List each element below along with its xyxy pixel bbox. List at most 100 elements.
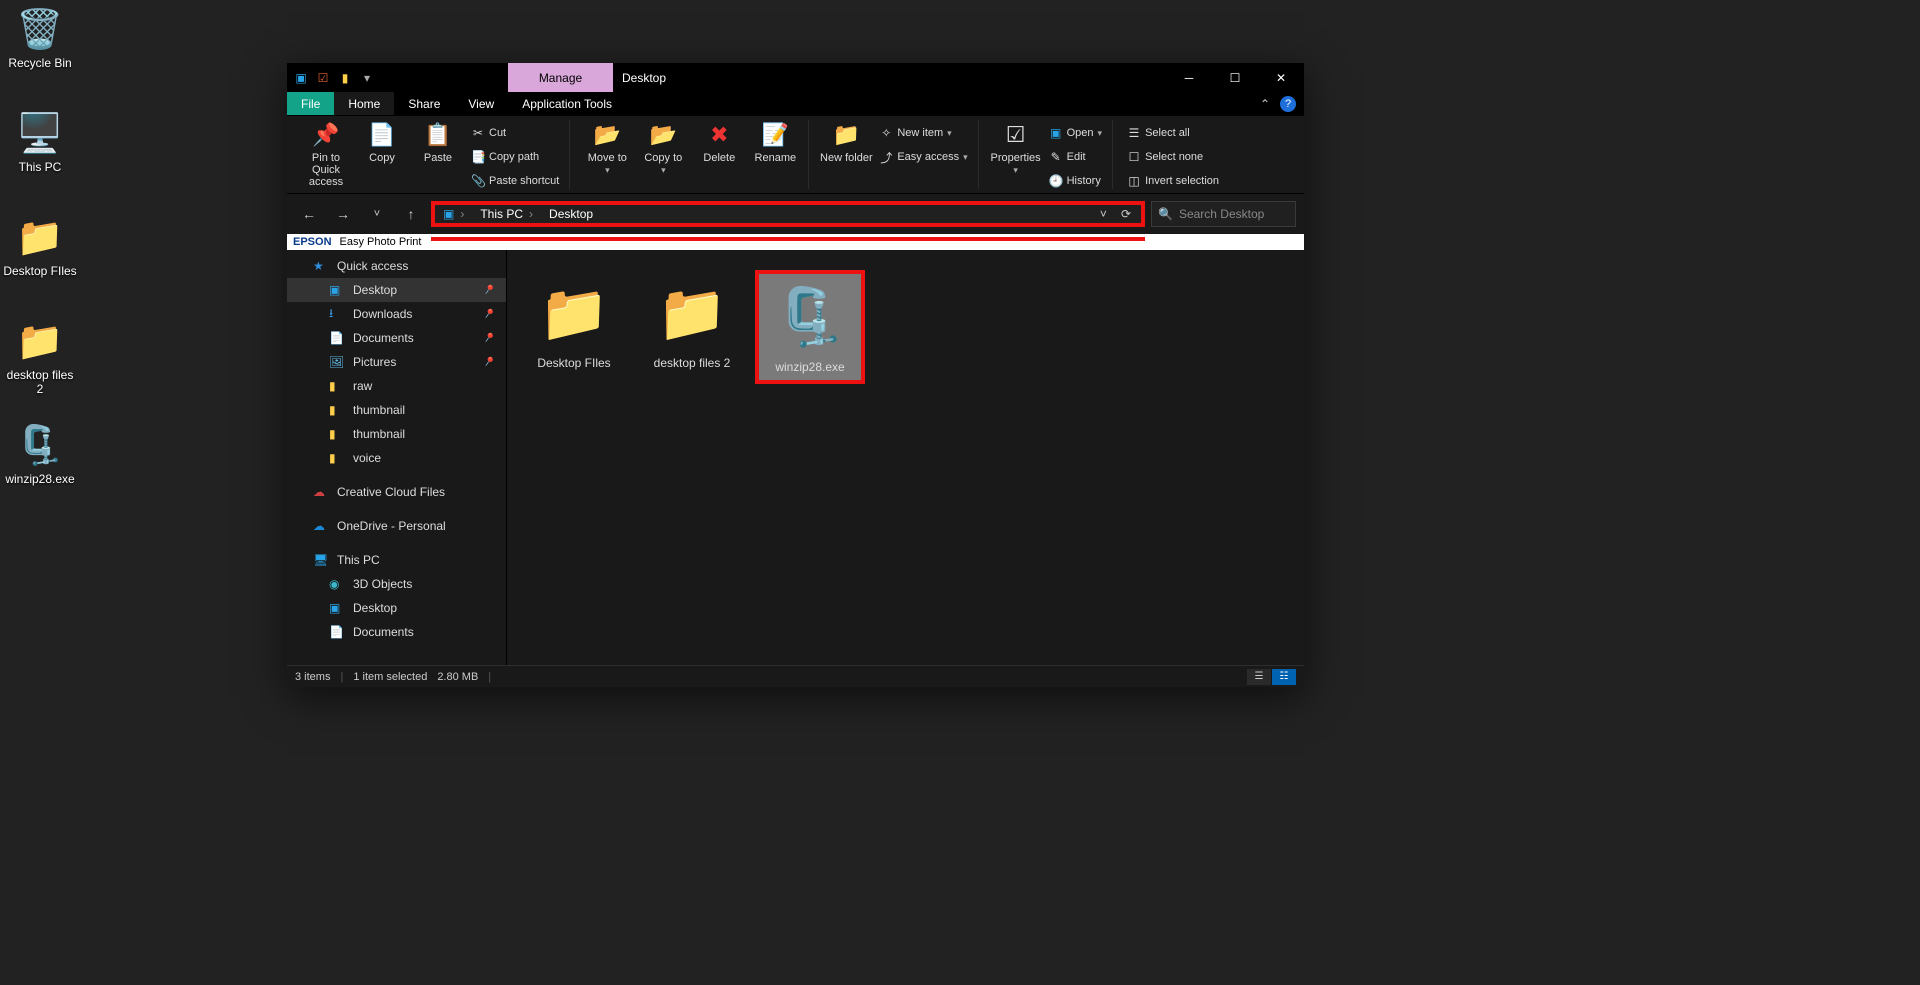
tab-home[interactable]: Home	[334, 92, 394, 115]
new-item-icon: ✧	[879, 126, 893, 140]
qat-checked-icon[interactable]: ☑	[315, 70, 331, 86]
ribbon-group-select: ☰Select all ☐Select none ◫Invert selecti…	[1117, 120, 1229, 189]
copy-path-button[interactable]: 📑Copy path	[467, 146, 563, 168]
history-button[interactable]: 🕘History	[1045, 170, 1106, 192]
invert-selection-button[interactable]: ◫Invert selection	[1123, 170, 1223, 192]
qat-folder-icon[interactable]: ▮	[337, 70, 353, 86]
file-item[interactable]: 📁 Desktop FIles	[519, 270, 629, 376]
address-dropdown-icon[interactable]: ˅	[1100, 207, 1107, 221]
nav-quick-access[interactable]: ★Quick access	[287, 254, 506, 278]
nav-voice[interactable]: ▮voice	[287, 446, 506, 470]
properties-button[interactable]: ☑Properties	[989, 120, 1043, 176]
copy-path-icon: 📑	[471, 150, 485, 164]
file-item-selected[interactable]: 🗜️ winzip28.exe	[755, 270, 865, 384]
easy-access-button[interactable]: ⤴Easy access	[875, 146, 971, 168]
view-details-button[interactable]: ☰	[1247, 669, 1271, 685]
address-bar[interactable]: ▣› This PC› Desktop ˅ ⟳	[431, 201, 1145, 227]
paste-shortcut-button[interactable]: 📎Paste shortcut	[467, 170, 563, 192]
nav-this-pc[interactable]: 🖥This PC	[287, 548, 506, 572]
status-item-count: 3 items	[295, 671, 330, 683]
desktop-icon-this-pc[interactable]: 🖥️ This PC	[2, 112, 78, 174]
breadcrumb-segment[interactable]: Desktop	[541, 207, 601, 221]
ribbon-collapse-icon[interactable]: ⌃	[1260, 97, 1270, 111]
window-title: Desktop	[622, 63, 666, 92]
qat-dropdown-icon[interactable]: ▾	[359, 70, 375, 86]
nav-documents[interactable]: 📄Documents	[287, 620, 506, 644]
nav-raw[interactable]: ▮raw	[287, 374, 506, 398]
explorer-window: ▣ ☑ ▮ ▾ Manage Desktop ─ ☐ ✕ File Home S…	[287, 63, 1304, 687]
desktop-icon-recycle-bin[interactable]: 🗑️ Recycle Bin	[2, 8, 78, 70]
tab-file[interactable]: File	[287, 92, 334, 115]
desktop-icon: ▣	[329, 601, 345, 615]
view-large-icons-button[interactable]: ☷	[1272, 669, 1296, 685]
tab-share[interactable]: Share	[394, 92, 454, 115]
folder-icon: 📁	[2, 216, 78, 260]
select-none-button[interactable]: ☐Select none	[1123, 146, 1223, 168]
folder-icon: 📁	[521, 276, 627, 350]
file-item[interactable]: 📁 desktop files 2	[637, 270, 747, 376]
nav-documents[interactable]: 📄Documents📍	[287, 326, 506, 350]
delete-button[interactable]: ✖Delete	[692, 120, 746, 164]
easy-access-icon: ⤴	[879, 149, 893, 166]
desktop-icon: ▣	[329, 283, 345, 297]
copy-button[interactable]: 📄Copy	[355, 120, 409, 164]
desktop-icon-folder[interactable]: 📁 Desktop FIles	[2, 216, 78, 278]
up-button[interactable]: ↑	[397, 206, 425, 222]
ribbon-group-organize: 📂Move to 📂Copy to ✖Delete 📝Rename	[574, 120, 809, 189]
edit-button[interactable]: ✎Edit	[1045, 146, 1106, 168]
breadcrumb-segment[interactable]: This PC›	[472, 207, 541, 221]
move-to-button[interactable]: 📂Move to	[580, 120, 634, 176]
manage-label: Manage	[539, 71, 582, 85]
ribbon-group-new: 📁New folder ✧New item ⤴Easy access	[813, 120, 978, 189]
paste-shortcut-icon: 📎	[471, 174, 485, 188]
select-all-button[interactable]: ☰Select all	[1123, 122, 1223, 144]
nav-thumbnail[interactable]: ▮thumbnail	[287, 398, 506, 422]
nav-creative-cloud[interactable]: ☁Creative Cloud Files	[287, 480, 506, 504]
pin-icon: 📍	[480, 282, 497, 298]
minimize-button[interactable]: ─	[1166, 63, 1212, 92]
documents-icon: 📄	[329, 625, 345, 639]
location-icon: ▣	[443, 207, 454, 221]
desktop-icon-exe[interactable]: 🗜️ winzip28.exe	[2, 424, 78, 486]
navigation-pane[interactable]: ★Quick access ▣Desktop📍 ⭳Downloads📍 📄Doc…	[287, 250, 507, 665]
this-pc-icon: 🖥️	[2, 112, 78, 156]
new-folder-button[interactable]: 📁New folder	[819, 120, 873, 164]
desktop-icon-label: desktop files 2	[2, 368, 78, 396]
nav-thumbnail[interactable]: ▮thumbnail	[287, 422, 506, 446]
nav-downloads[interactable]: ⭳Downloads📍	[287, 302, 506, 326]
contextual-tab-manage[interactable]: Manage	[508, 63, 613, 92]
search-input[interactable]: 🔍 Search Desktop	[1151, 201, 1296, 227]
nav-onedrive[interactable]: ☁OneDrive - Personal	[287, 514, 506, 538]
titlebar[interactable]: ▣ ☑ ▮ ▾ Manage Desktop ─ ☐ ✕	[287, 63, 1304, 92]
refresh-icon[interactable]: ⟳	[1121, 207, 1131, 221]
nav-3d-objects[interactable]: ◉3D Objects	[287, 572, 506, 596]
copy-to-button[interactable]: 📂Copy to	[636, 120, 690, 176]
maximize-button[interactable]: ☐	[1212, 63, 1258, 92]
pin-to-quick-access-button[interactable]: 📌Pin to Quick access	[299, 120, 353, 188]
explorer-body: ★Quick access ▣Desktop📍 ⭳Downloads📍 📄Doc…	[287, 250, 1304, 665]
status-bar: 3 items | 1 item selected 2.80 MB | ☰ ☷	[287, 665, 1304, 687]
content-pane[interactable]: 📁 Desktop FIles 📁 desktop files 2 🗜️ win…	[507, 250, 1304, 665]
rename-button[interactable]: 📝Rename	[748, 120, 802, 164]
new-item-button[interactable]: ✧New item	[875, 122, 971, 144]
help-icon[interactable]: ?	[1280, 96, 1296, 112]
nav-pictures[interactable]: 🖼Pictures📍	[287, 350, 506, 374]
file-name: Desktop FIles	[521, 356, 627, 370]
cut-button[interactable]: ✂Cut	[467, 122, 563, 144]
nav-desktop[interactable]: ▣Desktop	[287, 596, 506, 620]
forward-button[interactable]: →	[329, 206, 357, 222]
file-name: desktop files 2	[639, 356, 745, 370]
close-button[interactable]: ✕	[1258, 63, 1304, 92]
recent-dropdown[interactable]: ˅	[363, 208, 391, 220]
copy-to-icon: 📂	[636, 122, 690, 150]
paste-button[interactable]: 📋Paste	[411, 120, 465, 164]
desktop-icon-folder[interactable]: 📁 desktop files 2	[2, 320, 78, 396]
tab-view[interactable]: View	[454, 92, 508, 115]
open-button[interactable]: ▣Open	[1045, 122, 1106, 144]
back-button[interactable]: ←	[295, 206, 323, 222]
tab-application-tools[interactable]: Application Tools	[508, 92, 626, 115]
desktop-icon-label: winzip28.exe	[2, 472, 78, 486]
ribbon-group-clipboard: 📌Pin to Quick access 📄Copy 📋Paste ✂Cut 📑…	[293, 120, 570, 189]
nav-desktop[interactable]: ▣Desktop📍	[287, 278, 506, 302]
pictures-icon: 🖼	[329, 355, 345, 369]
